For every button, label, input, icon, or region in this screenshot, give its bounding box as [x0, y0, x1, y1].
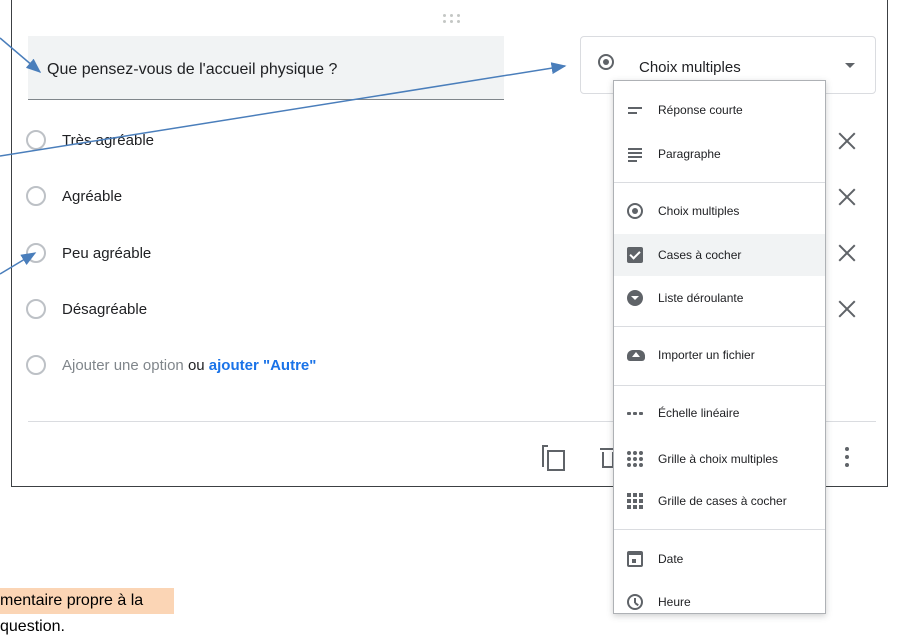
radio-circle-icon [26, 130, 46, 150]
add-option-link[interactable]: Ajouter une option [62, 357, 184, 374]
radio-circle-icon [26, 243, 46, 263]
option-label[interactable]: Désagréable [62, 301, 147, 318]
duplicate-icon[interactable] [542, 445, 565, 471]
question-title-field[interactable]: Que pensez-vous de l'accueil physique ? [28, 36, 504, 100]
remove-option-icon[interactable] [838, 300, 856, 318]
option-label[interactable]: Très agréable [62, 132, 154, 149]
calendar-icon [627, 551, 643, 567]
menu-divider [614, 326, 825, 327]
menu-item-multiple-choice-grid[interactable]: Grille à choix multiples [614, 438, 825, 480]
more-options-icon[interactable] [845, 447, 849, 467]
remove-option-icon[interactable] [838, 132, 856, 150]
menu-item-checkbox-grid[interactable]: Grille de cases à cocher [614, 480, 825, 522]
option-label[interactable]: Peu agréable [62, 245, 151, 262]
remove-option-icon[interactable] [838, 188, 856, 206]
question-type-label: Choix multiples [639, 59, 741, 76]
option-label[interactable]: Agréable [62, 188, 122, 205]
menu-item-paragraph[interactable]: Paragraphe [614, 133, 825, 175]
checkbox-icon [627, 247, 643, 263]
menu-item-linear-scale[interactable]: Échelle linéaire [614, 392, 825, 434]
or-text: ou [187, 357, 205, 374]
annotation-note: mentaire propre à la question. [0, 588, 174, 635]
radio-circle-icon [26, 186, 46, 206]
caret-down-icon [845, 63, 855, 68]
drag-handle-icon[interactable] [443, 14, 461, 24]
menu-item-dropdown[interactable]: Liste déroulante [614, 277, 825, 319]
menu-item-checkboxes[interactable]: Cases à cocher [614, 234, 825, 276]
clock-icon [627, 594, 643, 610]
radio-button-icon [627, 203, 643, 219]
linear-scale-icon [627, 405, 643, 421]
radio-circle-icon [26, 355, 46, 375]
square-grid-icon [627, 493, 643, 509]
dot-grid-icon [627, 451, 643, 467]
question-type-menu: Réponse courte Paragraphe Choix multiple… [613, 80, 826, 614]
menu-item-multiple-choice[interactable]: Choix multiples [614, 190, 825, 232]
menu-divider [614, 182, 825, 183]
menu-divider [614, 529, 825, 530]
radio-button-icon [598, 54, 614, 70]
remove-option-icon[interactable] [838, 244, 856, 262]
short-answer-icon [627, 102, 643, 118]
radio-circle-icon [26, 299, 46, 319]
cloud-upload-icon [627, 347, 645, 363]
menu-divider [614, 385, 825, 386]
add-other-link[interactable]: ajouter "Autre" [209, 357, 317, 374]
question-title-text: Que pensez-vous de l'accueil physique ? [47, 61, 338, 78]
dropdown-icon [627, 290, 643, 306]
paragraph-icon [627, 146, 643, 162]
menu-item-date[interactable]: Date [614, 538, 825, 580]
menu-item-time[interactable]: Heure [614, 581, 825, 623]
menu-item-file-upload[interactable]: Importer un fichier [614, 334, 825, 376]
menu-item-short-answer[interactable]: Réponse courte [614, 89, 825, 131]
